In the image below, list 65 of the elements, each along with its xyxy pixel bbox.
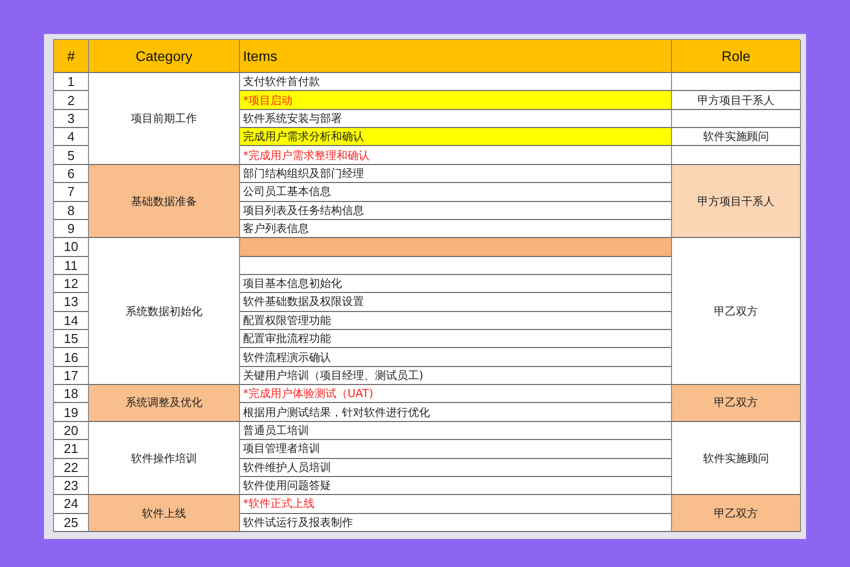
row-number: 1 <box>54 73 89 92</box>
row-number: 2 <box>54 91 89 110</box>
row-number: 20 <box>54 422 89 440</box>
row-number: 7 <box>54 183 89 202</box>
category-cell: 系统数据初始化 <box>89 238 240 386</box>
item-cell: 软件使用问题答疑 <box>240 476 672 496</box>
category-cell: 项目前期工作 <box>89 73 240 165</box>
item-cell: 配置权限管理功能 <box>240 312 672 330</box>
column-header: Role <box>672 40 801 73</box>
column-header: Items <box>240 40 672 73</box>
row-number: 11 <box>54 256 89 275</box>
role-cell: 甲乙双方 <box>672 238 801 386</box>
item-cell: 支付软件首付款 <box>240 73 672 92</box>
item-cell: 软件试运行及报表制作 <box>240 514 672 532</box>
item-cell: 根据用户测试结果，针对软件进行优化 <box>240 403 672 422</box>
item-cell: 项目基本信息初始化 <box>240 274 672 294</box>
row-number: 12 <box>54 274 89 294</box>
item-cell: 完成用户需求分析和确认 <box>240 128 672 146</box>
role-cell: 甲方项目干系人 <box>672 91 801 110</box>
item-cell: 公司员工基本信息 <box>240 183 672 202</box>
item-cell: *软件正式上线 <box>240 495 672 514</box>
item-cell: 配置审批流程功能 <box>240 330 672 348</box>
item-cell: 关键用户培训（项目经理、测试员工) <box>240 366 672 386</box>
row-number: 6 <box>54 164 89 184</box>
item-cell: 项目管理者培训 <box>240 440 672 459</box>
role-cell: 甲乙双方 <box>672 385 801 422</box>
item-cell: *项目启动 <box>240 91 672 110</box>
row-number: 17 <box>54 366 89 386</box>
row-number: 15 <box>54 330 89 348</box>
item-cell: 客户列表信息 <box>240 220 672 238</box>
row-number: 22 <box>54 458 89 477</box>
row-number: 16 <box>54 348 89 367</box>
role-cell: 软件实施顾问 <box>672 128 801 146</box>
row-number: 25 <box>54 514 89 532</box>
column-header: # <box>54 40 89 73</box>
row-number: 3 <box>54 110 89 128</box>
row-number: 18 <box>54 385 89 404</box>
row-number: 9 <box>54 220 89 238</box>
row-number: 13 <box>54 293 89 312</box>
role-cell: 软件实施顾问 <box>672 422 801 496</box>
item-cell: 软件系统安装与部署 <box>240 110 672 128</box>
item-cell: *完成用户体验测试（UAT) <box>240 385 672 404</box>
row-number: 14 <box>54 312 89 330</box>
item-cell: 软件维护人员培训 <box>240 458 672 477</box>
column-header: Category <box>89 40 240 73</box>
category-cell: 基础数据准备 <box>89 164 240 238</box>
row-number: 10 <box>54 238 89 257</box>
category-cell: 软件操作培训 <box>89 422 240 496</box>
row-number: 8 <box>54 202 89 220</box>
category-cell: 系统调整及优化 <box>89 385 240 422</box>
row-number: 21 <box>54 440 89 459</box>
item-cell: 项目列表及任务结构信息 <box>240 202 672 220</box>
category-cell: 软件上线 <box>89 495 240 532</box>
item-cell: 部门结构组织及部门经理 <box>240 164 672 184</box>
row-number: 23 <box>54 476 89 496</box>
row-number: 24 <box>54 495 89 514</box>
item-cell: 软件基础数据及权限设置 <box>240 293 672 312</box>
row-number: 5 <box>54 146 89 165</box>
item-cell: *完成用户需求整理和确认 <box>240 146 672 165</box>
item-cell: 软件流程演示确认 <box>240 348 672 367</box>
row-number: 4 <box>54 128 89 146</box>
item-cell: 普通员工培训 <box>240 422 672 440</box>
row-number: 19 <box>54 403 89 422</box>
role-cell: 甲乙双方 <box>672 495 801 532</box>
role-cell: 甲方项目干系人 <box>672 164 801 238</box>
